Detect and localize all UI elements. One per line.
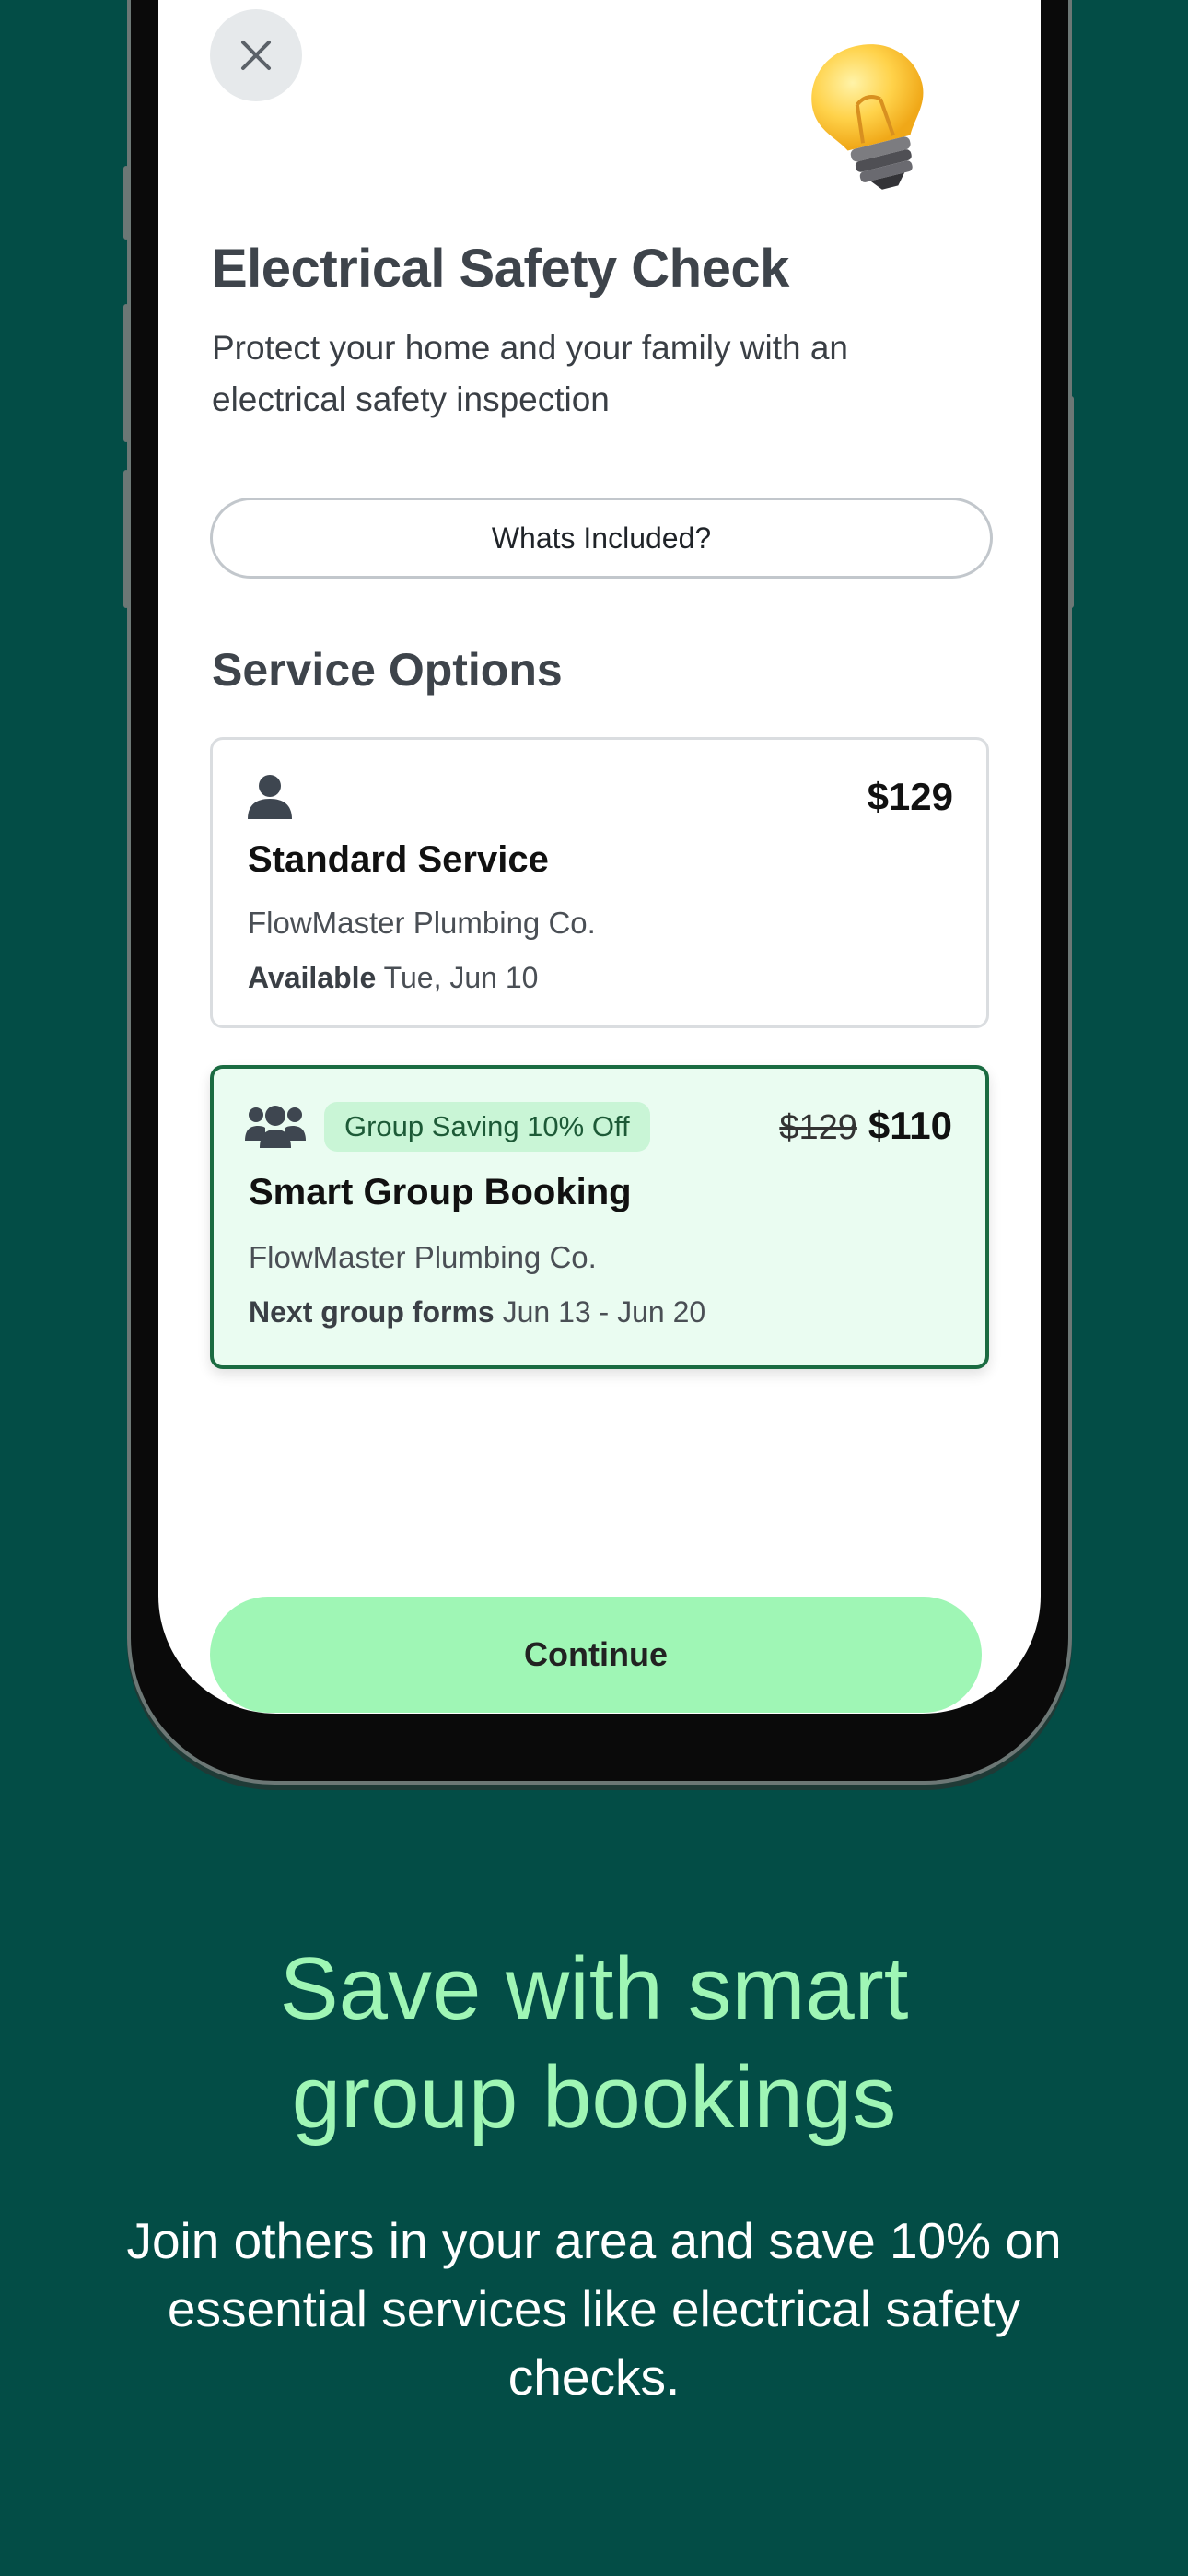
group-company: FlowMaster Plumbing Co. [249,1240,597,1274]
discounted-price: $110 [868,1104,952,1147]
phone-side-button [123,166,129,240]
page-subtitle: Protect your home and your family with a… [212,329,848,418]
availability-label: Next group forms [249,1295,495,1329]
group-icon [245,1106,306,1148]
standard-availability: Available Tue, Jun 10 [248,961,538,995]
group-availability: Next group forms Jun 13 - Jun 20 [249,1295,705,1329]
standard-option-name: Standard Service [248,839,549,880]
group-saving-badge: Group Saving 10% Off [324,1102,650,1152]
lightbulb-icon [811,44,924,190]
standard-price: $129 [867,775,953,818]
person-icon [248,775,292,819]
app-screen: Electrical Safety Check Protect your hom… [158,0,1041,1714]
phone-side-button [123,470,129,608]
promo-body: Join others in your area and save 10% on… [126,2212,1062,2406]
phone-side-button [1068,396,1074,608]
standard-company: FlowMaster Plumbing Co. [248,906,596,940]
promo-headline-line1: Save with smart [279,1939,909,2038]
phone-side-button [123,304,129,442]
whats-included-button[interactable]: Whats Included? [210,498,993,579]
service-option-standard[interactable]: $129 Standard Service FlowMaster Plumbin… [210,737,989,1028]
availability-value: Tue, Jun 10 [383,961,539,994]
original-price: $129 [779,1108,857,1147]
promo-headline: Save with smart group bookings [0,1935,1188,2152]
continue-button[interactable]: Continue [210,1597,982,1713]
close-button[interactable] [210,9,302,101]
group-option-name: Smart Group Booking [249,1172,632,1212]
promo-headline-line2: group bookings [291,2048,897,2147]
page-title: Electrical Safety Check [212,239,789,299]
close-icon [241,41,271,70]
availability-label: Available [248,961,377,994]
service-option-group[interactable]: Group Saving 10% Off $129 $110 Smart Grou… [210,1065,989,1369]
group-price: $129 $110 [779,1104,952,1148]
service-options-heading: Service Options [212,644,563,696]
availability-value: Jun 13 - Jun 20 [502,1295,706,1329]
